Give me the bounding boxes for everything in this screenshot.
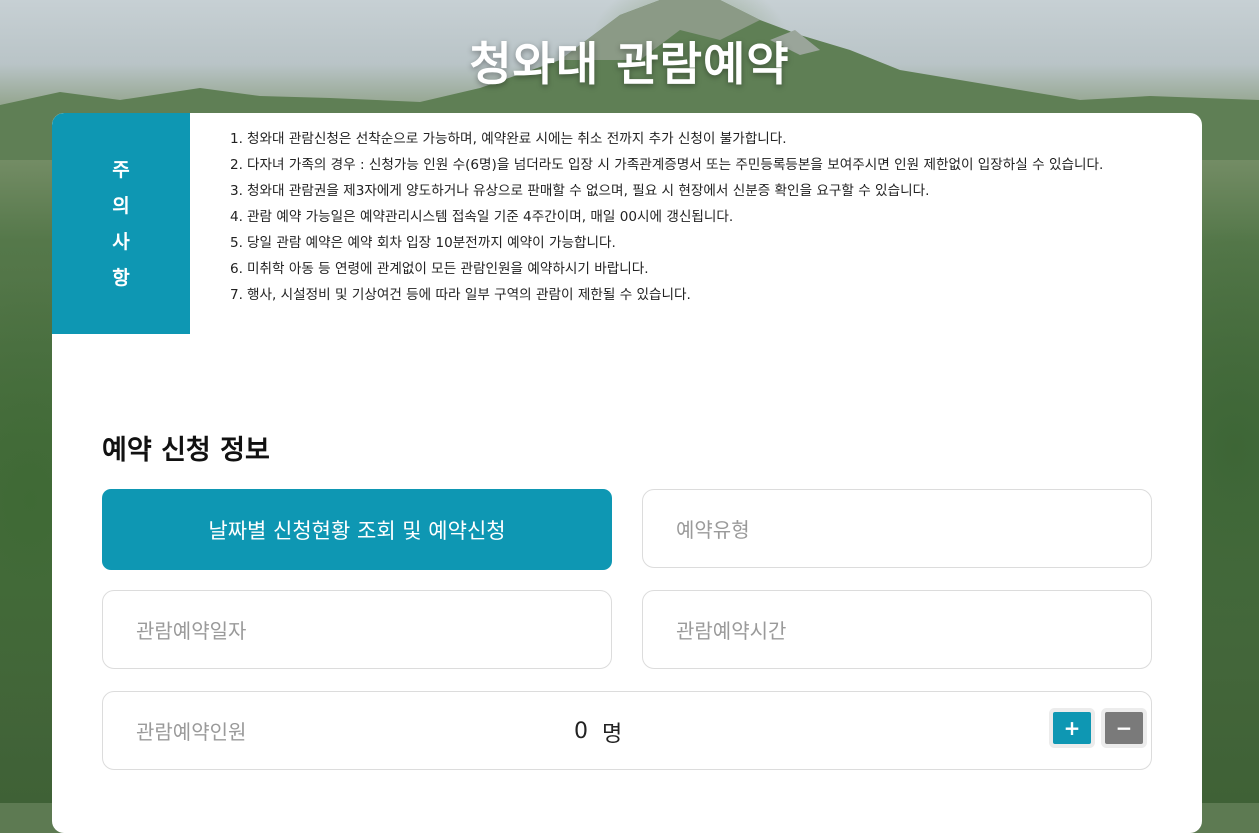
notice-item-number: 5. xyxy=(230,235,243,251)
notice-item-text: 청와대 관람신청은 선착순으로 가능하며, 예약완료 시에는 취소 전까지 추가… xyxy=(247,131,787,147)
notice-item-number: 7. xyxy=(230,287,243,303)
notice-tab-char: 사 xyxy=(112,230,130,253)
notice-item-text: 청와대 관람권을 제3자에게 양도하거나 유상으로 판매할 수 없으며, 필요 … xyxy=(247,183,930,199)
notice-tab-char: 주 xyxy=(112,158,130,181)
visitor-count-unit: 명 xyxy=(602,721,623,747)
visitor-count-field: 관람예약인원 0 명 + − xyxy=(102,691,1152,770)
notice-list: 1. 청와대 관람신청은 선착순으로 가능하며, 예약완료 시에는 취소 전까지 … xyxy=(230,126,1130,308)
reservation-type-field[interactable]: 예약유형 xyxy=(642,489,1152,568)
reservation-time-field[interactable]: 관람예약시간 xyxy=(642,590,1152,669)
notice-item-text: 당일 관람 예약은 예약 회차 입장 10분전까지 예약이 가능합니다. xyxy=(247,235,616,251)
notice-item-text: 다자녀 가족의 경우 : 신청가능 인원 수(6명)을 넘더라도 입장 시 가족… xyxy=(247,157,1104,173)
reservation-card: 주 의 사 항 1. 청와대 관람신청은 선착순으로 가능하며, 예약완료 시에는… xyxy=(52,113,1202,833)
reservation-time-label: 관람예약시간 xyxy=(676,619,787,643)
visitor-count-label: 관람예약인원 xyxy=(136,720,247,744)
notice-item: 1. 청와대 관람신청은 선착순으로 가능하며, 예약완료 시에는 취소 전까지 … xyxy=(230,126,1130,152)
increment-button[interactable]: + xyxy=(1053,712,1091,744)
notice-item-number: 2. xyxy=(230,157,243,173)
reservation-date-field[interactable]: 관람예약일자 xyxy=(102,590,612,669)
notice-item-text: 관람 예약 가능일은 예약관리시스템 접속일 기준 4주간이며, 매일 00시에… xyxy=(247,209,734,225)
notice-tab-char: 항 xyxy=(112,266,130,289)
notice-item-number: 1. xyxy=(230,131,243,147)
notice-item: 3. 청와대 관람권을 제3자에게 양도하거나 유상으로 판매할 수 없으며, 필… xyxy=(230,178,1130,204)
decrement-button[interactable]: − xyxy=(1105,712,1143,744)
notice-item: 7. 행사, 시설정비 및 기상여건 등에 따라 일부 구역의 관람이 제한될 수… xyxy=(230,282,1130,308)
notice-item-number: 4. xyxy=(230,209,243,225)
section-title: 예약 신청 정보 xyxy=(102,435,270,466)
reservation-date-label: 관람예약일자 xyxy=(136,619,247,643)
notice-item: 5. 당일 관람 예약은 예약 회차 입장 10분전까지 예약이 가능합니다. xyxy=(230,230,1130,256)
reservation-type-label: 예약유형 xyxy=(676,518,750,542)
date-lookup-button[interactable]: 날짜별 신청현황 조회 및 예약신청 xyxy=(102,489,612,570)
notice-tab: 주 의 사 항 xyxy=(52,113,190,334)
notice-item-text: 미취학 아동 등 연령에 관계없이 모든 관람인원을 예약하시기 바랍니다. xyxy=(247,261,649,277)
notice-item: 6. 미취학 아동 등 연령에 관계없이 모든 관람인원을 예약하시기 바랍니다. xyxy=(230,256,1130,282)
visitor-count-value: 0 xyxy=(574,719,588,744)
notice-item: 4. 관람 예약 가능일은 예약관리시스템 접속일 기준 4주간이며, 매일 00… xyxy=(230,204,1130,230)
notice-item: 2. 다자녀 가족의 경우 : 신청가능 인원 수(6명)을 넘더라도 입장 시 … xyxy=(230,152,1130,178)
notice-item-number: 6. xyxy=(230,261,243,277)
notice-item-text: 행사, 시설정비 및 기상여건 등에 따라 일부 구역의 관람이 제한될 수 있… xyxy=(247,287,691,303)
notice-tab-char: 의 xyxy=(112,194,130,217)
visitor-count-stepper: + − xyxy=(1053,712,1143,744)
visitor-count-display: 0 명 xyxy=(574,692,622,771)
notice-item-number: 3. xyxy=(230,183,243,199)
page-title: 청와대 관람예약 xyxy=(469,37,790,91)
